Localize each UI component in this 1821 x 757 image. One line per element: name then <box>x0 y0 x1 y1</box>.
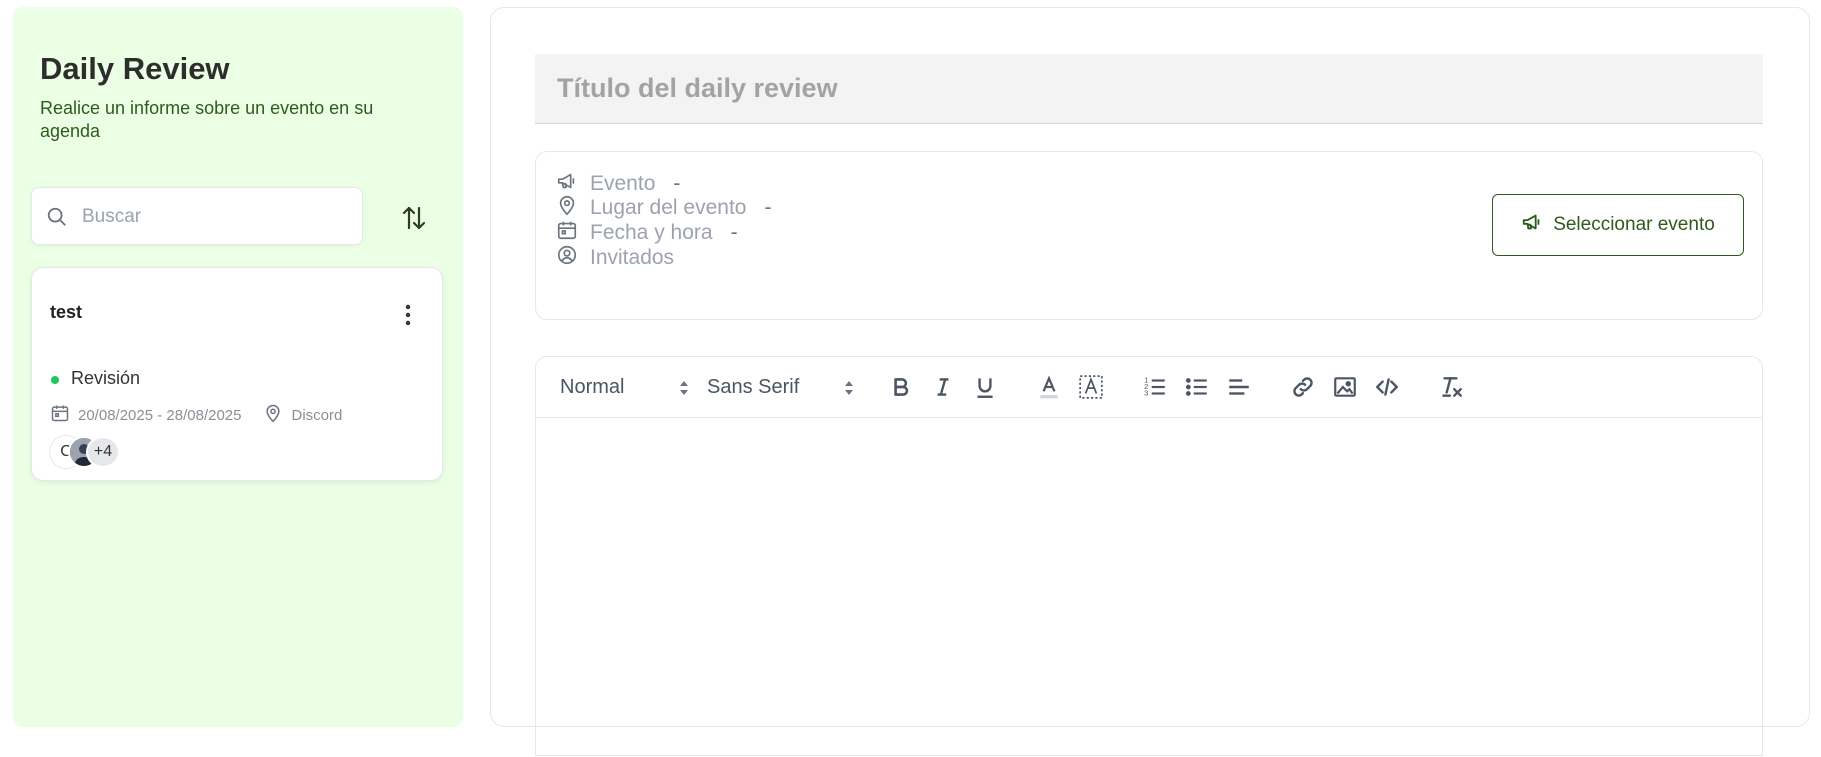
review-title-input[interactable] <box>535 54 1763 124</box>
guests-row: Invitados <box>556 244 674 272</box>
card-dates: 20/08/2025 - 28/08/2025 <box>78 406 242 424</box>
text-color-icon[interactable] <box>1036 373 1062 401</box>
sort-button[interactable] <box>399 203 429 233</box>
page-subtitle: Realice un informe sobre un evento en su… <box>40 98 374 141</box>
page-title: Daily Review <box>40 51 230 86</box>
select-arrows-icon <box>680 381 688 395</box>
clear-formatting-icon[interactable] <box>1438 373 1464 401</box>
editor-toolbar: Normal Sans Serif 12 3 <box>536 357 1762 418</box>
italic-icon[interactable] <box>930 373 956 401</box>
font-select-value: Sans Serif <box>707 375 800 398</box>
event-details-box: Evento - Lugar del evento - Fecha y hora… <box>535 151 1763 320</box>
status-dot <box>51 376 59 384</box>
align-left-icon[interactable] <box>1226 373 1252 401</box>
card-title: test <box>50 302 83 322</box>
sort-icon <box>402 206 426 230</box>
sidebar: Daily Review Realice un informe sobre un… <box>13 7 463 727</box>
place-row: Lugar del evento - <box>556 194 771 222</box>
user-circle-icon <box>556 244 578 272</box>
search-input[interactable] <box>82 198 352 236</box>
select-event-button[interactable]: Seleccionar evento <box>1492 194 1744 256</box>
place-value: - <box>764 196 772 219</box>
bold-icon[interactable] <box>888 373 914 401</box>
datetime-value: - <box>730 221 738 244</box>
place-label: Lugar del evento <box>590 196 747 219</box>
select-event-label: Seleccionar evento <box>1553 214 1715 235</box>
datetime-label: Fecha y hora <box>590 221 713 244</box>
main-panel: Evento - Lugar del evento - Fecha y hora… <box>490 7 1810 756</box>
bullet-list-icon[interactable] <box>1184 373 1210 401</box>
megaphone-icon <box>1521 211 1543 239</box>
avatar-more: +4 <box>86 436 120 468</box>
calendar-icon <box>556 219 578 247</box>
event-label: Evento <box>590 172 656 195</box>
search-box <box>31 187 363 245</box>
guests-label: Invitados <box>590 246 675 269</box>
more-options-icon[interactable] <box>402 302 414 328</box>
ordered-list-icon[interactable]: 123 <box>1142 373 1168 401</box>
svg-text:3: 3 <box>1144 389 1148 398</box>
image-icon[interactable] <box>1332 373 1358 401</box>
calendar-icon <box>50 403 70 427</box>
rich-text-editor: Normal Sans Serif 12 3 <box>535 356 1763 756</box>
link-icon[interactable] <box>1290 373 1316 401</box>
underline-icon[interactable] <box>972 373 998 401</box>
status-label: Revisión <box>71 368 141 388</box>
card-meta: 20/08/2025 - 28/08/2025 Discord <box>50 403 342 427</box>
location-pin-icon <box>263 403 283 427</box>
review-card[interactable]: test Revisión 20/08/2025 - 28/08/2025 Di… <box>31 267 443 481</box>
card-location: Discord <box>291 406 343 424</box>
code-block-icon[interactable] <box>1374 373 1400 401</box>
datetime-row: Fecha y hora - <box>556 219 738 247</box>
editor-content-area[interactable] <box>536 418 1762 757</box>
search-icon <box>46 206 68 233</box>
size-select-value: Normal <box>560 375 625 398</box>
background-color-icon[interactable] <box>1078 373 1104 401</box>
location-pin-icon <box>556 194 578 222</box>
event-value: - <box>673 172 681 195</box>
size-select[interactable]: Normal <box>560 373 690 401</box>
select-arrows-icon <box>845 381 853 395</box>
font-select[interactable]: Sans Serif <box>707 373 857 401</box>
